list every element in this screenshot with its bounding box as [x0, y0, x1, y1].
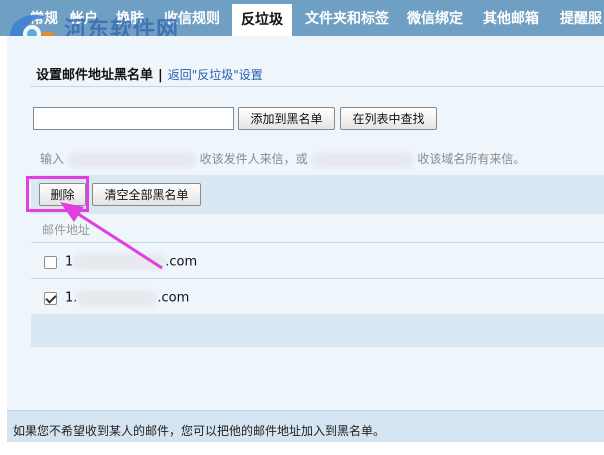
settings-tab-bar: 常规 帐户 换肤 收信规则 反垃圾 文件夹和标签 微信绑定 其他邮箱 提醒服 [0, 0, 604, 36]
heading-separator: | [158, 68, 163, 83]
page-title: 设置邮件地址黑名单 [36, 68, 154, 83]
redacted-address [73, 254, 166, 270]
tab-reminder[interactable]: 提醒服 [560, 0, 602, 36]
row-checkbox-checked[interactable] [44, 292, 57, 305]
find-in-list-button[interactable]: 在列表中查找 [340, 107, 437, 130]
address-suffix: .com [165, 254, 198, 270]
row-checkbox[interactable] [44, 256, 57, 269]
page-heading-row: 设置邮件地址黑名单 | 返回"反垃圾"设置 [36, 64, 263, 83]
email-column-header: 邮件地址 [42, 223, 91, 237]
settings-panel [7, 36, 604, 410]
tab-other-mailboxes[interactable]: 其他邮箱 [483, 0, 539, 36]
table-row: 1 .com [31, 245, 604, 280]
hint-mid: 收该发件人来信，或 [199, 152, 308, 166]
tab-skin[interactable]: 换肤 [116, 0, 144, 36]
heading-divider [30, 86, 604, 87]
blacklist-address: 1. .com [65, 290, 189, 306]
tab-account[interactable]: 帐户 [70, 0, 98, 36]
redacted-domain [311, 152, 414, 167]
tip-bar: 如果您不希望收到某人的邮件，您可以把他的邮件地址加入到黑名单。 [7, 410, 604, 442]
tab-filter-rules[interactable]: 收信规则 [164, 0, 220, 36]
tab-wechat-binding[interactable]: 微信绑定 [407, 0, 463, 36]
table-row: 1. .com [31, 281, 604, 316]
list-footer-band [31, 314, 604, 347]
address-suffix: .com [157, 290, 190, 306]
back-to-anti-spam-link[interactable]: 返回"反垃圾"设置 [168, 68, 263, 82]
redacted-address [77, 290, 158, 306]
tab-folders-labels[interactable]: 文件夹和标签 [305, 0, 389, 36]
delete-highlight-box [26, 176, 89, 212]
row-divider [31, 278, 604, 279]
blacklist-tip: 如果您不希望收到某人的邮件，您可以把他的邮件地址加入到黑名单。 [13, 424, 386, 438]
tab-anti-spam[interactable]: 反垃圾 [232, 4, 292, 36]
tab-general[interactable]: 常规 [30, 0, 58, 36]
input-hint: 输入 收该发件人来信，或 收该域名所有来信。 [40, 150, 526, 167]
row-divider [31, 242, 604, 243]
redacted-email [67, 152, 196, 167]
address-prefix: 1 [65, 254, 74, 270]
hint-prefix: 输入 [40, 152, 65, 166]
blacklist-email-input[interactable] [33, 107, 234, 130]
hint-suffix: 收该域名所有来信。 [417, 152, 526, 166]
add-to-blacklist-button[interactable]: 添加到黑名单 [238, 107, 335, 130]
clear-blacklist-button[interactable]: 清空全部黑名单 [92, 183, 201, 206]
blacklist-address: 1 .com [65, 254, 197, 270]
address-prefix: 1. [65, 290, 78, 306]
